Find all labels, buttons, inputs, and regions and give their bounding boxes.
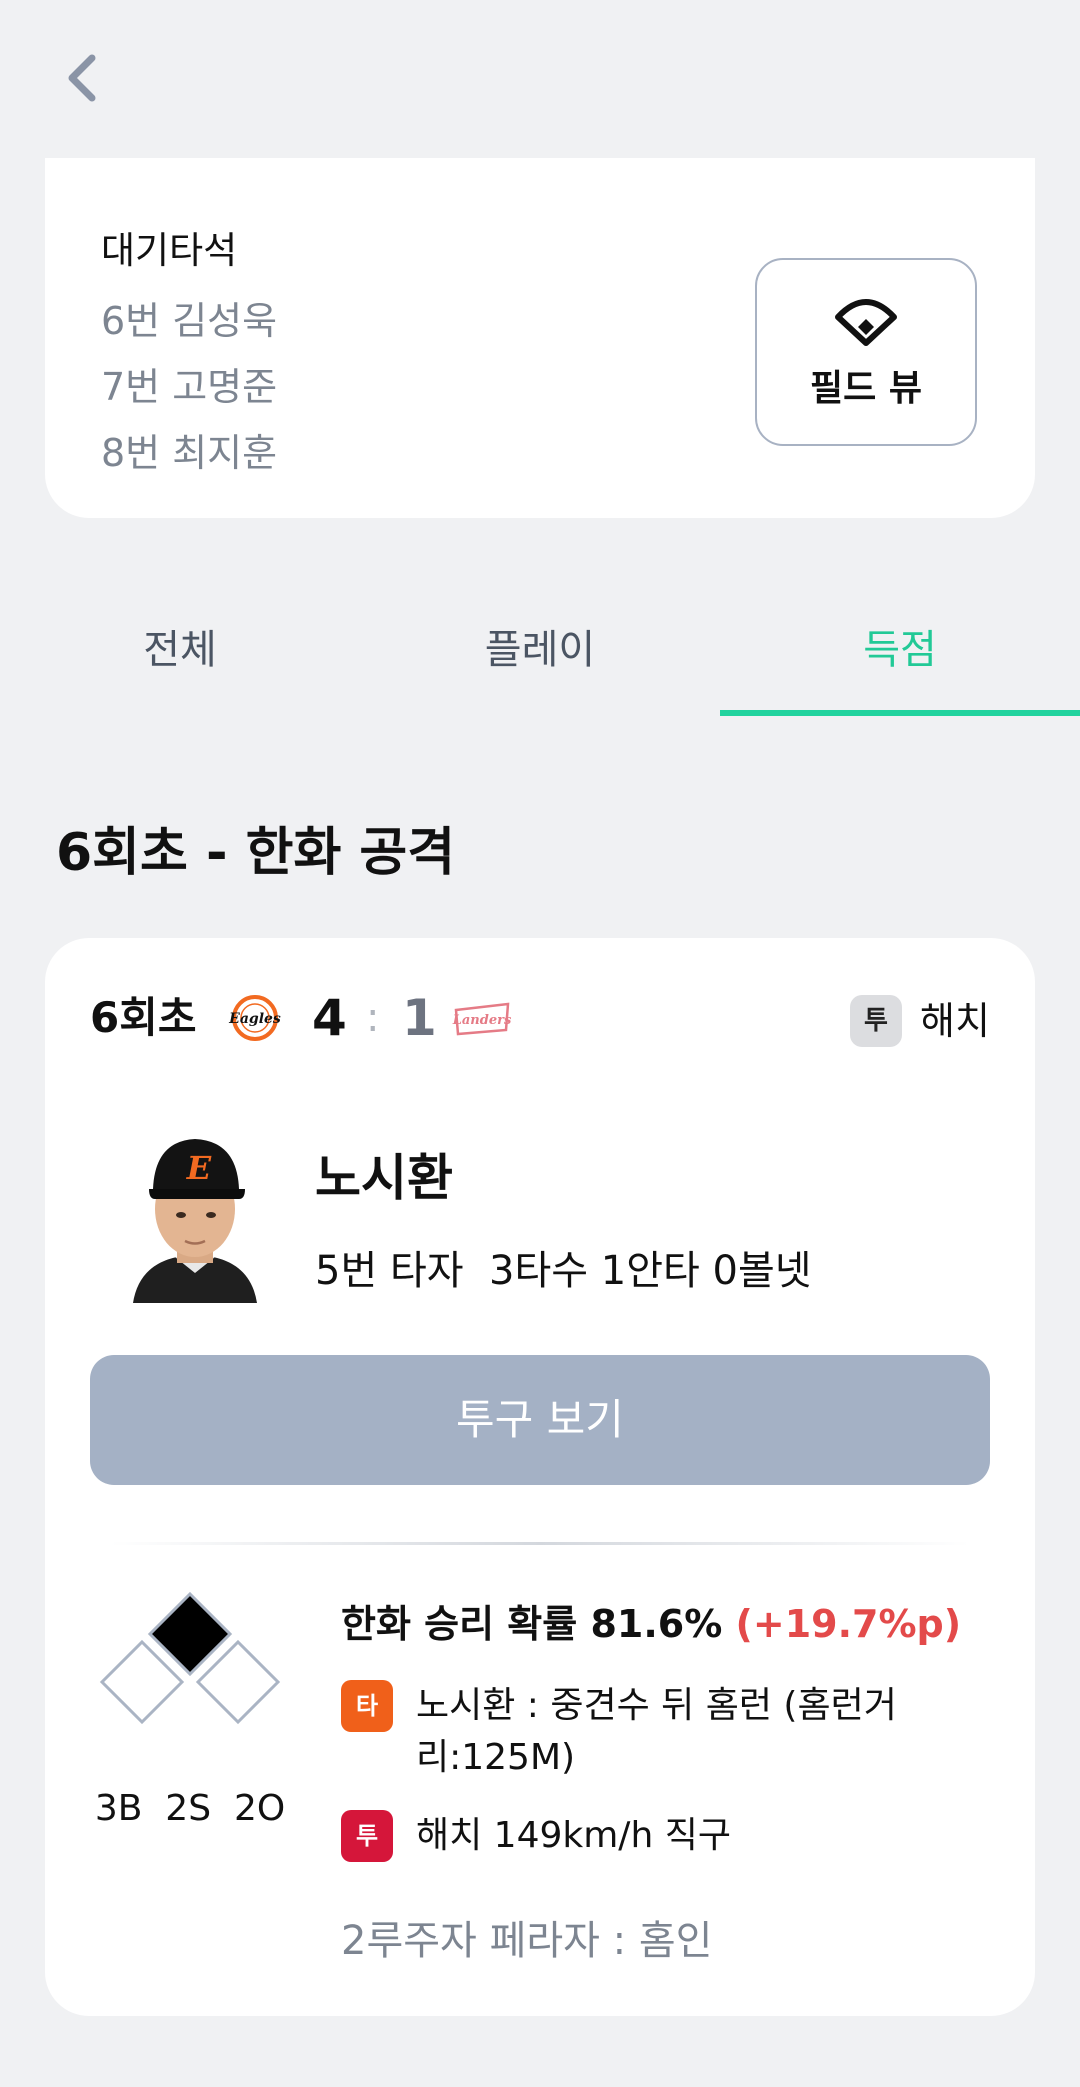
runner-result: 2루주자 페라자 : 홈인 <box>341 1918 713 1964</box>
baseball-field-icon <box>835 299 897 346</box>
home-score: 4 <box>312 989 347 1047</box>
on-deck-list: 6번 김성욱 7번 고명준 8번 최지훈 <box>101 288 277 486</box>
field-view-button[interactable]: 필드 뷰 <box>755 258 977 446</box>
batter-stats: 5번 타자 3타수 1안타 0볼넷 <box>315 1248 812 1294</box>
pitcher-event-text: 해치 149km/h 직구 <box>416 1815 731 1856</box>
on-deck-card: 대기타석 6번 김성욱 7번 고명준 8번 최지훈 필드 뷰 <box>45 158 1035 518</box>
win-probability: 한화 승리 확률 81.6% (+19.7%p) <box>341 1593 961 1648</box>
on-deck-batter: 8번 최지훈 <box>101 431 278 475</box>
player-avatar: E <box>133 1139 257 1303</box>
landers-logo-text: Landers <box>452 1013 512 1028</box>
batter-event-text: 노시환 : 중견수 뒤 홈런 (홈런거리:125M) <box>416 1685 897 1778</box>
on-deck-batter: 6번 김성욱 <box>101 299 278 343</box>
ball-strike-out-count: 3B 2S 2O <box>94 1788 286 1829</box>
eagles-logo-text: Eagles <box>228 1011 281 1027</box>
tab-all[interactable]: 전체 <box>0 580 360 718</box>
on-deck-title: 대기타석 <box>101 229 238 272</box>
win-probability-text: 한화 승리 확률 81.6% <box>341 1602 723 1646</box>
svg-text:E: E <box>186 1149 212 1187</box>
away-score: 1 <box>402 989 437 1047</box>
active-tab-indicator <box>720 710 1080 716</box>
inning-label: 6회초 <box>90 993 197 1042</box>
section-title: 6회초 - 한화 공격 <box>56 823 456 883</box>
tab-score[interactable]: 득점 <box>720 580 1080 718</box>
pitcher-name: 해치 <box>920 999 990 1043</box>
on-deck-batter: 7번 고명준 <box>101 365 278 409</box>
pitcher-badge: 투 <box>850 995 902 1047</box>
view-pitches-button[interactable]: 투구 보기 <box>90 1355 990 1485</box>
tab-play[interactable]: 플레이 <box>360 580 720 718</box>
batter-name: 노시환 <box>315 1149 453 1207</box>
batter-event-badge: 타 <box>341 1680 393 1732</box>
field-view-label: 필드 뷰 <box>810 368 922 409</box>
divider <box>110 1542 970 1545</box>
scoring-play-card: 6회초 Eagles 4 : 1 Landers 투 해치 E 노시환 5번 타… <box>45 938 1035 2016</box>
base-diamond <box>99 1591 281 1725</box>
tab-bar: 전체 플레이 득점 <box>0 580 1080 718</box>
back-button[interactable] <box>58 52 106 104</box>
chevron-left-icon <box>68 54 96 102</box>
eagles-logo-icon: Eagles <box>228 995 281 1041</box>
pitcher-event-badge: 투 <box>341 1810 393 1862</box>
win-probability-delta: (+19.7%p) <box>735 1602 962 1646</box>
landers-logo-icon: Landers <box>452 1002 512 1036</box>
score-separator: : <box>366 995 380 1041</box>
